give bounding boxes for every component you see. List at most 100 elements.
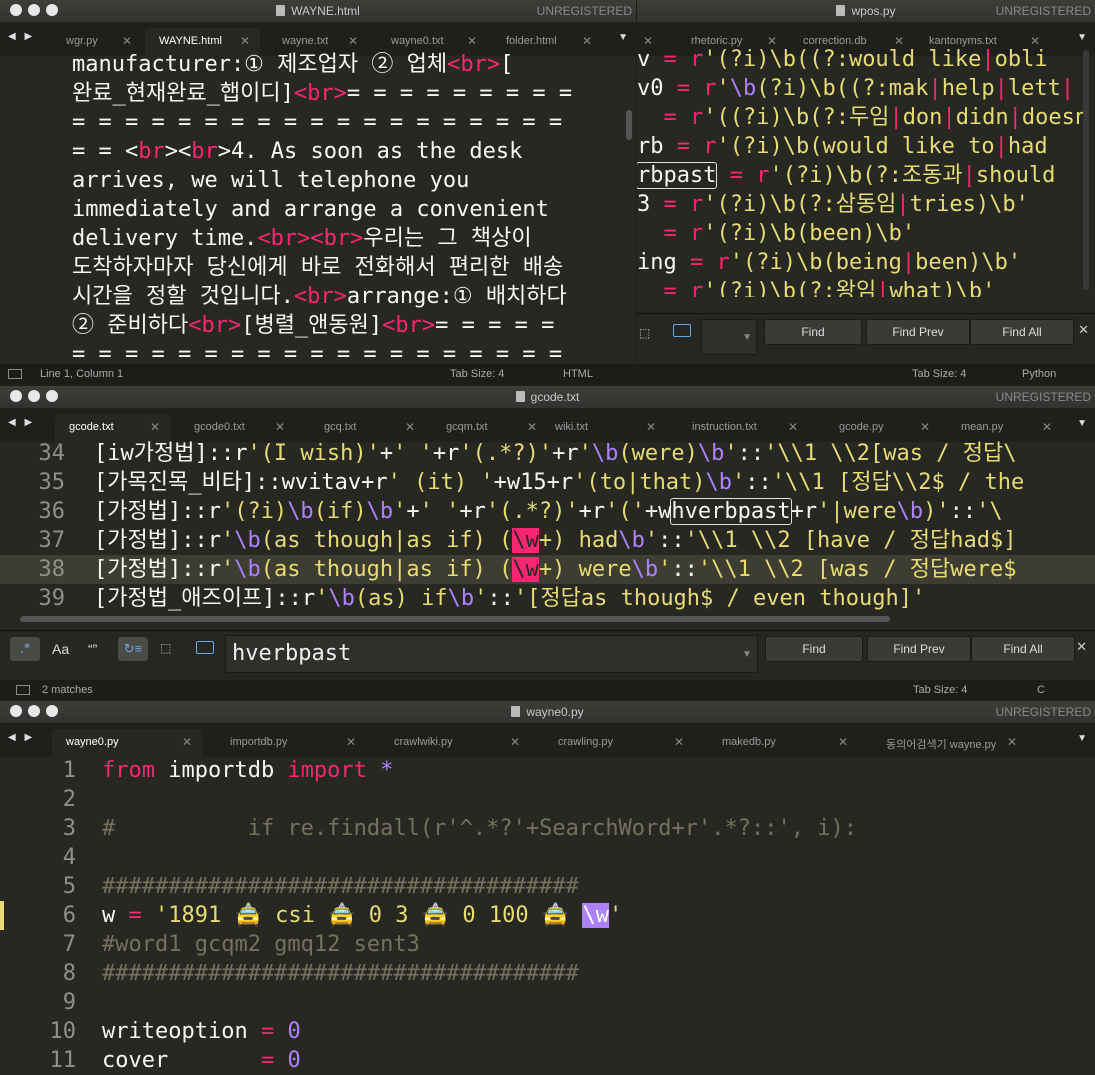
find-button[interactable]: Find	[764, 319, 862, 345]
tab-size[interactable]: Tab Size: 4	[450, 368, 504, 380]
panel-toggle-icon[interactable]	[16, 685, 30, 695]
chevron-down-icon[interactable]: ▼	[742, 649, 752, 660]
close-icon[interactable]: ✕	[838, 735, 848, 749]
line-number: 2	[62, 787, 76, 812]
in-selection-icon[interactable]: ⬚	[639, 326, 650, 340]
find-button[interactable]: Find	[765, 636, 863, 662]
close-icon[interactable]: ✕	[646, 420, 656, 434]
tab-bar: ◀ ▶ gcode.txt ✕ gcode0.txt ✕ gcq.txt ✕ gcqm…	[0, 408, 1095, 442]
tab-label: makedb.py	[722, 736, 776, 748]
panel-toggle-icon[interactable]	[8, 369, 22, 379]
tab-gcqm-txt[interactable]: gcqm.txt ✕	[432, 414, 547, 442]
tab-gcode-txt[interactable]: gcode.txt ✕	[55, 414, 170, 442]
code-editor[interactable]: [iw가정법]::r'(I wish)'+' '+r'(.*?)'+r'\b(w…	[94, 439, 1084, 615]
tab-gcode-py[interactable]: gcode.py ✕	[825, 414, 940, 442]
close-icon[interactable]: ✕	[674, 735, 684, 749]
find-input[interactable]: ▼	[701, 319, 757, 355]
status-bar: 2 matches Tab Size: 4 C	[0, 680, 1095, 700]
close-icon[interactable]: ✕	[527, 420, 537, 434]
window-title: wayne0.py	[526, 705, 584, 719]
find-all-button[interactable]: Find All	[970, 319, 1074, 345]
regex-toggle-icon[interactable]: .*	[10, 637, 40, 661]
tab-size[interactable]: Tab Size: 4	[912, 368, 966, 380]
close-icon[interactable]: ✕	[240, 34, 250, 48]
close-icon[interactable]: ✕	[182, 735, 192, 749]
title-bar[interactable]: wpos.py UNREGISTERED	[637, 0, 1095, 22]
tab-nav-arrows-icon[interactable]: ◀ ▶	[8, 732, 35, 743]
window-wayne-html: WAYNE.html UNREGISTERED ◀ ▶ wgr.py ✕ WAYN…	[0, 0, 636, 384]
code-editor[interactable]: from importdb import * # if re.findall(r…	[102, 756, 1092, 1075]
close-icon[interactable]: ✕	[150, 420, 160, 434]
title-bar[interactable]: gcode.txt UNREGISTERED	[0, 386, 1095, 408]
tab-overflow-icon[interactable]: ▼	[1077, 733, 1087, 744]
line-number: 1	[62, 758, 76, 783]
find-prev-button[interactable]: Find Prev	[866, 319, 970, 345]
close-icon[interactable]: ✕	[510, 735, 520, 749]
title-bar[interactable]: wayne0.py UNREGISTERED	[0, 701, 1095, 723]
tab-crawling-py[interactable]: crawling.py ✕	[544, 729, 694, 757]
gutter: 34 35 36 37 38 39	[20, 439, 66, 613]
tab-nav-arrows-icon[interactable]: ◀ ▶	[8, 31, 35, 42]
syntax-mode[interactable]: Python	[1022, 368, 1056, 380]
close-icon[interactable]: ✕	[1007, 735, 1017, 749]
close-icon[interactable]: ✕	[405, 420, 415, 434]
window-title: gcode.txt	[530, 390, 580, 404]
match-count: 2 matches	[42, 684, 93, 696]
tab-label: gcode.txt	[69, 421, 114, 433]
chevron-down-icon[interactable]: ▼	[742, 332, 752, 343]
tab-importdb-py[interactable]: importdb.py ✕	[216, 729, 366, 757]
find-prev-button[interactable]: Find Prev	[867, 636, 971, 662]
close-icon[interactable]: ✕	[122, 34, 132, 48]
tab-bar: ◀ ▶ wayne0.py ✕ importdb.py ✕ crawlwiki.py…	[0, 723, 1095, 757]
in-selection-icon[interactable]: ⬚	[160, 641, 171, 655]
close-icon[interactable]: ✕	[1042, 420, 1052, 434]
vertical-scrollbar[interactable]	[626, 110, 632, 140]
close-icon[interactable]: ✕	[788, 420, 798, 434]
tab-nav-arrows-icon[interactable]: ◀ ▶	[8, 417, 35, 428]
syntax-mode[interactable]: HTML	[563, 368, 593, 380]
tab-size[interactable]: Tab Size: 4	[913, 684, 967, 696]
tab-synonym-search-py[interactable]: 동의어검색기 wayne.py ✕	[872, 729, 1027, 757]
highlight-matches-icon[interactable]	[196, 641, 214, 654]
find-all-button[interactable]: Find All	[971, 636, 1075, 662]
line-number: 3	[62, 816, 76, 841]
window-title: WAYNE.html	[291, 4, 360, 18]
tab-crawlwiki-py[interactable]: crawlwiki.py ✕	[380, 729, 530, 757]
close-icon[interactable]: ✕	[348, 34, 358, 48]
tab-wayne0-py[interactable]: wayne0.py ✕	[52, 729, 202, 757]
tab-makedb-py[interactable]: makedb.py ✕	[708, 729, 858, 757]
whole-word-icon[interactable]: “”	[88, 641, 97, 657]
line-number: 10	[49, 1019, 77, 1044]
tab-overflow-icon[interactable]: ▼	[1077, 32, 1087, 43]
highlight-matches-icon[interactable]	[673, 324, 691, 337]
close-icon[interactable]: ✕	[467, 34, 477, 48]
close-icon[interactable]: ✕	[1078, 322, 1089, 338]
syntax-mode[interactable]: C	[1037, 684, 1045, 696]
close-icon[interactable]: ✕	[920, 420, 930, 434]
close-icon[interactable]: ✕	[346, 735, 356, 749]
case-sensitive-icon[interactable]: Aa	[52, 641, 69, 657]
wrap-icon[interactable]: ↻≡	[118, 637, 148, 661]
unregistered-label: UNREGISTERED	[995, 390, 1091, 404]
code-editor[interactable]: v = r'(?i)\b((?:would like|obli v0 = r'\…	[637, 45, 1087, 297]
tab-overflow-icon[interactable]: ▼	[1077, 418, 1087, 429]
close-icon[interactable]: ✕	[582, 34, 592, 48]
tab-gcode0-txt[interactable]: gcode0.txt ✕	[180, 414, 295, 442]
window-title: wpos.py	[851, 4, 896, 18]
unregistered-label: UNREGISTERED	[995, 705, 1091, 719]
vertical-scrollbar[interactable]	[1083, 50, 1089, 290]
line-number: 6	[62, 903, 76, 928]
tab-instruction-txt[interactable]: instruction.txt ✕	[678, 414, 808, 442]
tab-overflow-icon[interactable]: ▼	[618, 32, 628, 43]
tab-wiki-txt[interactable]: wiki.txt ✕	[541, 414, 666, 442]
close-icon[interactable]: ✕	[1076, 639, 1087, 655]
tab-mean-py[interactable]: mean.py ✕	[947, 414, 1062, 442]
find-input[interactable]: hverbpast	[225, 635, 758, 673]
code-editor[interactable]: manufacturer:① 제조업자 ② 업체<br>[ 완료_현재완료_햅이…	[72, 50, 617, 360]
tab-gcq-txt[interactable]: gcq.txt ✕	[310, 414, 425, 442]
horizontal-scrollbar[interactable]	[20, 616, 890, 622]
title-bar[interactable]: WAYNE.html UNREGISTERED	[0, 0, 636, 22]
window-wayne0-py: wayne0.py UNREGISTERED ◀ ▶ wayne0.py ✕ im…	[0, 701, 1095, 1075]
line-number: 5	[62, 874, 76, 899]
close-icon[interactable]: ✕	[275, 420, 285, 434]
